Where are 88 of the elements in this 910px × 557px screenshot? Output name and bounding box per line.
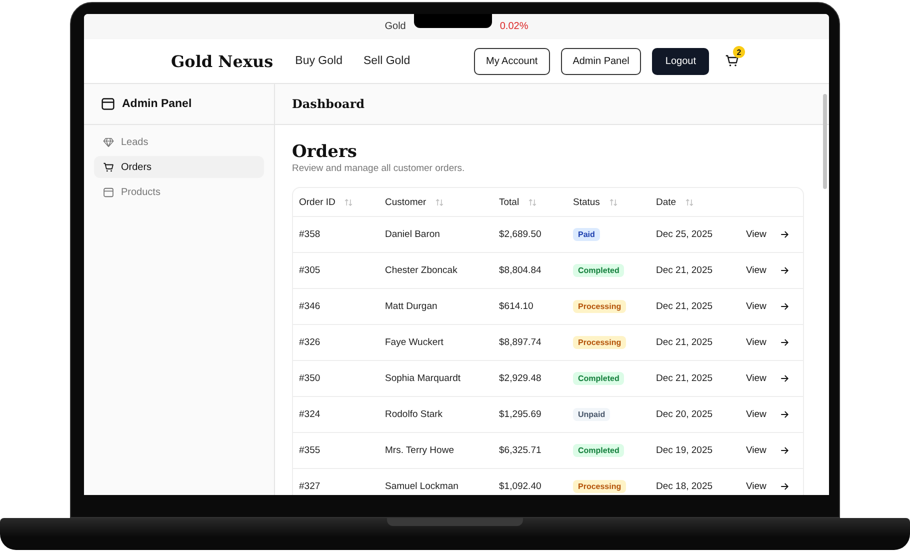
column-header[interactable]: Status <box>567 196 650 208</box>
order-total: $1,295.69 <box>499 409 542 420</box>
cart-icon <box>103 162 114 172</box>
box-icon <box>101 97 115 111</box>
order-id: #355 <box>299 445 320 456</box>
order-id: #305 <box>299 265 320 276</box>
order-date: Dec 18, 2025 <box>656 481 713 492</box>
sort-icon <box>435 198 444 206</box>
arrow-right-icon[interactable] <box>780 374 789 383</box>
order-total: $6,325.71 <box>499 445 542 456</box>
view-link[interactable]: View <box>746 481 766 492</box>
gem-icon <box>103 136 114 148</box>
view-link[interactable]: View <box>746 229 766 240</box>
status-badge: Completed <box>573 372 624 385</box>
order-total: $8,804.84 <box>499 265 542 276</box>
view-link[interactable]: View <box>746 301 766 312</box>
order-total: $2,689.50 <box>499 229 542 240</box>
header-button[interactable]: Admin Panel <box>560 48 642 74</box>
order-date: Dec 25, 2025 <box>656 229 713 240</box>
order-id: #346 <box>299 301 320 312</box>
order-date: Dec 20, 2025 <box>656 409 713 420</box>
order-date: Dec 21, 2025 <box>656 373 713 384</box>
status-badge: Completed <box>573 264 624 277</box>
customer-name: Faye Wuckert <box>385 337 444 348</box>
order-total: $1,092.40 <box>499 481 542 492</box>
sidebar-item[interactable]: Products <box>94 181 264 203</box>
order-date: Dec 21, 2025 <box>656 337 713 348</box>
view-link[interactable]: View <box>746 445 766 456</box>
sidebar-item[interactable]: Orders <box>94 156 264 178</box>
sidebar-item[interactable]: Leads <box>94 131 264 153</box>
customer-name: Matt Durgan <box>385 301 438 312</box>
arrow-right-icon[interactable] <box>780 302 789 311</box>
view-link[interactable]: View <box>746 265 766 276</box>
view-link[interactable]: View <box>746 409 766 420</box>
arrow-right-icon[interactable] <box>780 338 789 347</box>
cart-icon[interactable] <box>725 54 739 68</box>
ticker-change: 0.02% <box>500 21 528 32</box>
arrow-right-icon[interactable] <box>780 266 789 275</box>
status-badge: Processing <box>573 300 626 313</box>
customer-name: Rodolfo Stark <box>385 409 443 420</box>
order-date: Dec 19, 2025 <box>656 445 713 456</box>
status-badge: Processing <box>573 480 626 493</box>
arrow-right-icon[interactable] <box>780 446 789 455</box>
arrow-right-icon[interactable] <box>780 482 789 491</box>
order-id: #327 <box>299 481 320 492</box>
customer-name: Sophia Marquardt <box>385 373 461 384</box>
status-badge: Paid <box>573 228 600 241</box>
customer-name: Chester Zboncak <box>385 265 458 276</box>
column-header[interactable]: Date <box>650 196 740 208</box>
sort-icon <box>344 198 354 206</box>
order-id: #326 <box>299 337 320 348</box>
order-date: Dec 21, 2025 <box>656 301 713 312</box>
breadcrumb-title: Dashboard <box>292 97 365 111</box>
cart-count-badge: 2 <box>733 46 745 58</box>
sort-icon <box>608 198 618 206</box>
box-icon <box>103 186 114 198</box>
brand-logo[interactable]: Gold Nexus <box>171 52 274 70</box>
order-total: $8,897.74 <box>499 337 542 348</box>
order-total: $614.10 <box>499 301 534 312</box>
order-id: #350 <box>299 373 320 384</box>
ticker-label: Gold <box>384 21 406 32</box>
customer-name: Mrs. Terry Howe <box>385 445 454 456</box>
column-header[interactable]: Order ID <box>293 196 379 208</box>
status-badge: Unpaid <box>573 408 610 421</box>
header-button[interactable]: Logout <box>652 48 709 74</box>
column-header[interactable]: Customer <box>379 196 493 208</box>
column-header[interactable]: Total <box>493 196 567 208</box>
page-title: Orders <box>292 141 358 163</box>
status-badge: Processing <box>573 336 626 349</box>
order-date: Dec 21, 2025 <box>656 265 713 276</box>
header-button[interactable]: My Account <box>474 48 550 74</box>
sidebar-title: Admin Panel <box>122 98 192 110</box>
view-link[interactable]: View <box>746 373 766 384</box>
customer-name: Samuel Lockman <box>385 481 458 492</box>
arrow-right-icon[interactable] <box>780 230 789 239</box>
nav-link[interactable]: Buy Gold <box>295 55 342 67</box>
order-total: $2,929.48 <box>499 373 542 384</box>
arrow-right-icon[interactable] <box>780 410 789 419</box>
sort-icon <box>685 198 694 206</box>
order-id: #324 <box>299 409 320 420</box>
page-subtitle: Review and manage all customer orders. <box>292 163 466 174</box>
status-badge: Completed <box>573 444 624 457</box>
scrollbar-thumb[interactable] <box>823 94 827 189</box>
sort-icon <box>528 198 538 206</box>
customer-name: Daniel Baron <box>385 229 440 240</box>
nav-link[interactable]: Sell Gold <box>363 55 410 67</box>
order-id: #358 <box>299 229 320 240</box>
view-link[interactable]: View <box>746 337 766 348</box>
